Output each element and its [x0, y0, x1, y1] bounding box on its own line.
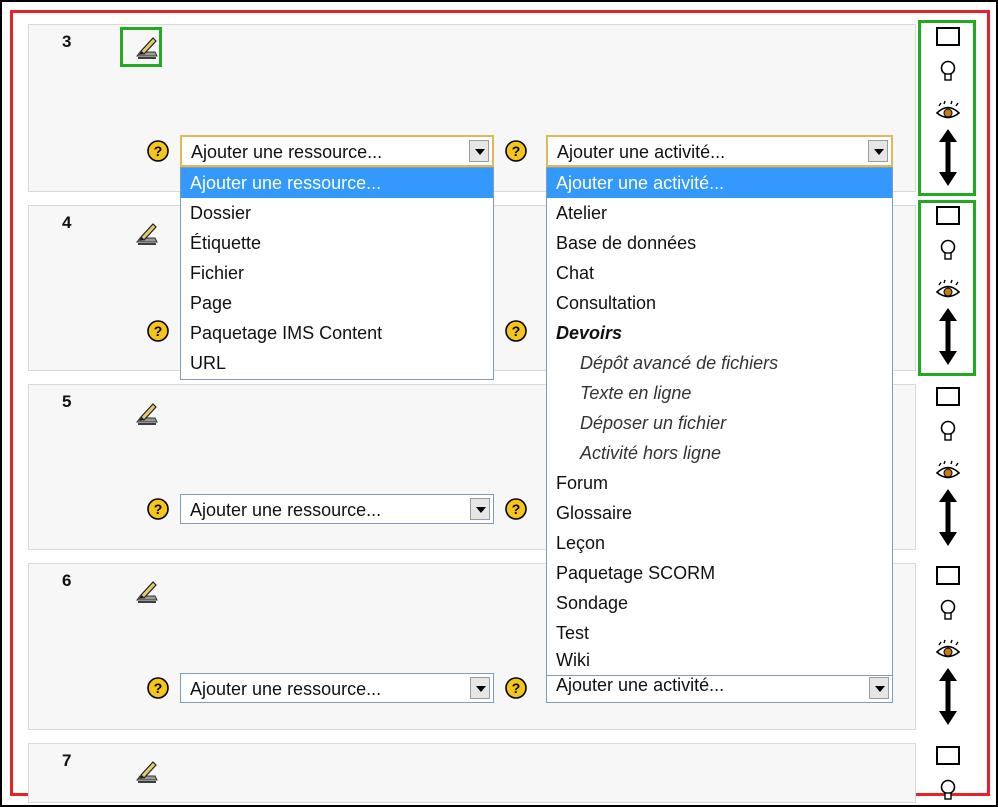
eye-icon: [935, 460, 961, 479]
move-arrow-icon: [939, 489, 957, 546]
svg-text:?: ?: [512, 501, 521, 517]
dropdown-option[interactable]: Ajouter une activité...: [547, 168, 892, 198]
add-activity-select[interactable]: Ajouter une activité...: [546, 673, 893, 703]
dropdown-option[interactable]: Étiquette: [181, 228, 493, 258]
marker-square-icon: [936, 387, 960, 406]
edit-pencil-icon[interactable]: [134, 578, 160, 604]
svg-text:?: ?: [154, 143, 163, 159]
svg-text:?: ?: [512, 680, 521, 696]
marker-square-icon: [936, 566, 960, 585]
svg-text:?: ?: [154, 323, 163, 339]
dropdown-option[interactable]: Paquetage IMS Content: [181, 318, 493, 348]
section-controls: [928, 565, 968, 731]
edit-pencil-icon[interactable]: [134, 758, 160, 784]
dropdown-option[interactable]: Sondage: [547, 588, 892, 618]
dropdown-option[interactable]: Consultation: [547, 288, 892, 318]
chevron-down-icon[interactable]: [470, 498, 490, 520]
help-icon[interactable]: ?: [505, 320, 527, 342]
select-value: Ajouter une ressource...: [190, 679, 382, 699]
section-number: 5: [62, 392, 72, 411]
dropdown-option[interactable]: URL: [181, 348, 493, 378]
help-icon[interactable]: ?: [505, 140, 527, 162]
dropdown-option[interactable]: Page: [181, 288, 493, 318]
select-value: Ajouter une ressource...: [190, 500, 382, 520]
section-number: 7: [62, 751, 72, 770]
dropdown-option[interactable]: Glossaire: [547, 498, 892, 528]
help-icon[interactable]: ?: [505, 677, 527, 699]
chevron-down-icon[interactable]: [868, 140, 888, 162]
add-activity-select[interactable]: Ajouter une activité...: [546, 135, 893, 167]
dropdown-option[interactable]: Leçon: [547, 528, 892, 558]
activity-dropdown-list: Ajouter une activité... Atelier Base de …: [546, 167, 893, 676]
svg-text:?: ?: [154, 680, 163, 696]
dropdown-option[interactable]: Paquetage SCORM: [547, 558, 892, 588]
select-value: Ajouter une ressource...: [191, 142, 383, 162]
lightbulb-icon: [940, 599, 956, 620]
dropdown-option[interactable]: Dépôt avancé de fichiers: [547, 348, 892, 378]
section-number: 4: [62, 213, 72, 232]
edit-pencil-icon[interactable]: [134, 220, 160, 246]
help-icon[interactable]: ?: [147, 498, 169, 520]
svg-text:?: ?: [512, 143, 521, 159]
lightbulb-icon: [940, 420, 956, 441]
dropdown-option[interactable]: Forum: [547, 468, 892, 498]
section-controls: [928, 745, 968, 803]
resource-dropdown-list: Ajouter une ressource... Dossier Étiquet…: [180, 167, 494, 380]
edit-pencil-icon[interactable]: [134, 400, 160, 426]
section-number: 6: [62, 571, 72, 590]
add-resource-select[interactable]: Ajouter une ressource...: [180, 135, 494, 167]
move-arrow-icon: [939, 668, 957, 725]
chevron-down-icon[interactable]: [869, 677, 889, 699]
marker-square-icon: [936, 746, 960, 765]
dropdown-option[interactable]: Texte en ligne: [547, 378, 892, 408]
help-icon[interactable]: ?: [147, 677, 169, 699]
chevron-down-icon[interactable]: [469, 140, 489, 162]
svg-text:?: ?: [154, 501, 163, 517]
help-icon[interactable]: ?: [505, 498, 527, 520]
help-icon[interactable]: ?: [147, 320, 169, 342]
dropdown-option[interactable]: Wiki: [547, 648, 892, 673]
dropdown-option[interactable]: Ajouter une ressource...: [181, 168, 493, 198]
section-controls: [928, 386, 968, 552]
section-7: [28, 743, 916, 803]
edit-icon-highlight: [120, 27, 162, 67]
controls-highlight: [918, 20, 976, 196]
dropdown-option[interactable]: Atelier: [547, 198, 892, 228]
controls-highlight: [918, 200, 976, 376]
svg-text:?: ?: [512, 323, 521, 339]
dropdown-option[interactable]: Dossier: [181, 198, 493, 228]
lightbulb-icon: [940, 779, 956, 800]
add-resource-select[interactable]: Ajouter une ressource...: [180, 494, 494, 524]
dropdown-option[interactable]: Chat: [547, 258, 892, 288]
dropdown-option[interactable]: Test: [547, 618, 892, 648]
chevron-down-icon[interactable]: [470, 677, 490, 699]
eye-icon: [935, 639, 961, 658]
dropdown-option[interactable]: Déposer un fichier: [547, 408, 892, 438]
add-resource-select[interactable]: Ajouter une ressource...: [180, 673, 494, 703]
select-value: Ajouter une activité...: [556, 675, 725, 695]
dropdown-optgroup-label: Devoirs: [556, 323, 623, 343]
select-value: Ajouter une activité...: [557, 142, 726, 162]
dropdown-option[interactable]: Fichier: [181, 258, 493, 288]
dropdown-option[interactable]: Activité hors ligne: [547, 438, 892, 468]
help-icon[interactable]: ?: [147, 140, 169, 162]
dropdown-option[interactable]: Base de données: [547, 228, 892, 258]
section-number: 3: [62, 32, 72, 51]
